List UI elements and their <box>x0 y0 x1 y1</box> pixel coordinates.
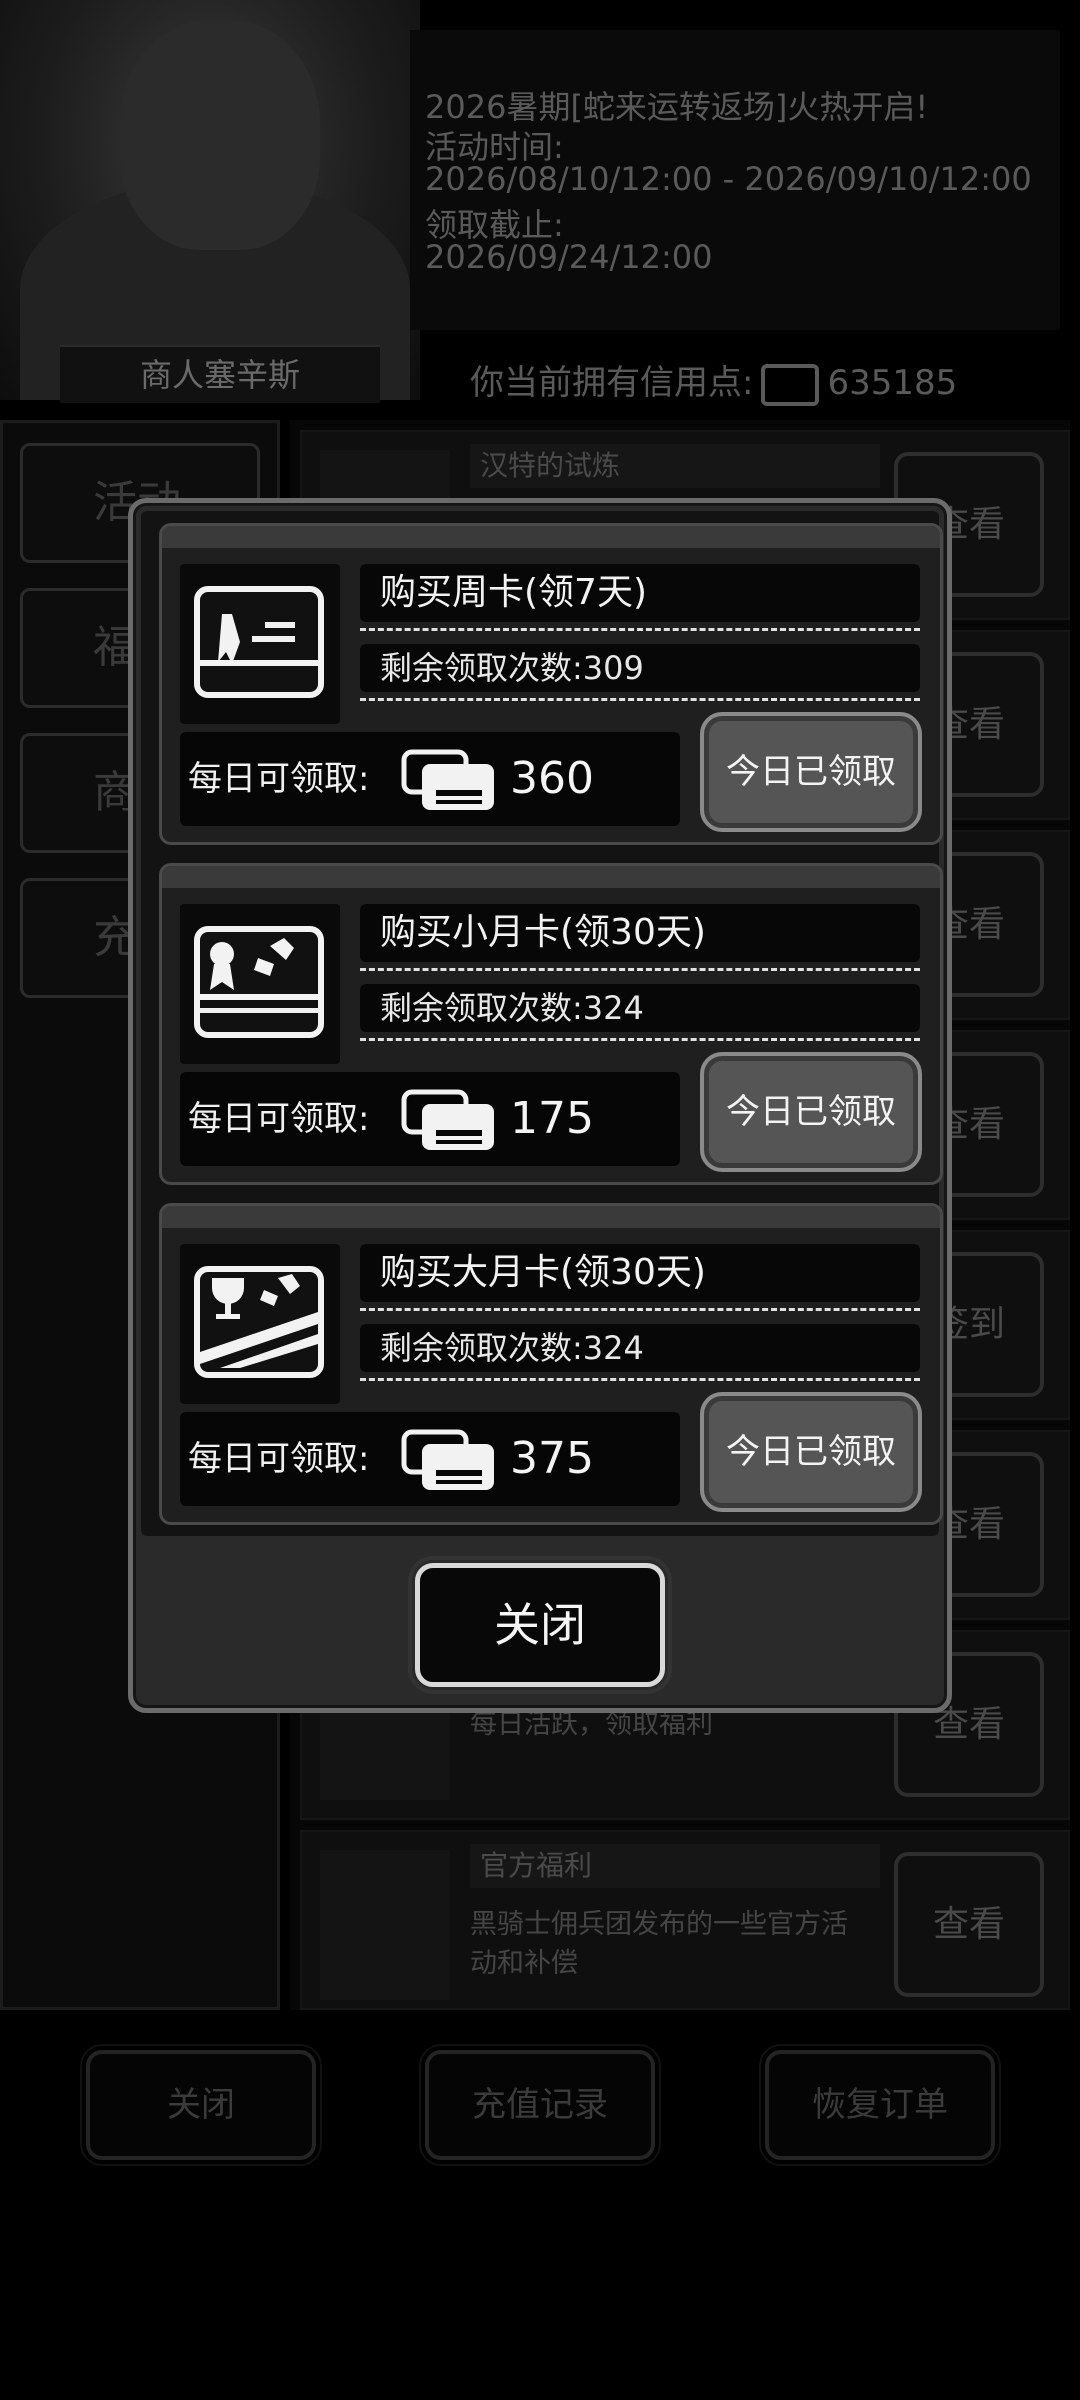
daily-reward: 每日可领取: 175 <box>180 1072 680 1166</box>
list-item: 官方福利 黑骑士佣兵团发布的一些官方活动和补偿 查看 <box>300 1830 1070 2010</box>
divider <box>360 1378 920 1381</box>
card-header-strip <box>162 526 940 548</box>
credit-card-icon <box>401 1089 494 1150</box>
list-item-title: 汉特的试炼 <box>470 444 880 488</box>
card-title: 购买大月卡(领30天) <box>360 1244 920 1302</box>
weekly-card: 购买周卡(领7天) 剩余领取次数:309 每日可领取: 360 今日已领取 <box>159 523 943 845</box>
view-button[interactable]: 查看 <box>894 1852 1044 1997</box>
credit-card-icon <box>761 363 820 406</box>
credit-card-icon <box>401 749 494 810</box>
claimed-today-button[interactable]: 今日已领取 <box>700 1392 922 1512</box>
claimed-today-button[interactable]: 今日已领取 <box>700 712 922 832</box>
list-item-desc: 黑骑士佣兵团发布的一些官方活动和补偿 <box>470 1909 848 1979</box>
credit-card-icon <box>401 1429 494 1490</box>
bottom-close-button[interactable]: 关闭 <box>80 2044 322 2166</box>
daily-reward: 每日可领取: 375 <box>180 1412 680 1506</box>
remaining-count: 剩余领取次数:309 <box>360 644 920 692</box>
card-header-strip <box>162 1206 940 1228</box>
divider <box>360 968 920 971</box>
divider <box>360 698 920 701</box>
remaining-count: 剩余领取次数:324 <box>360 1324 920 1372</box>
divider <box>360 628 920 631</box>
merchant-name: 商人塞辛斯 <box>60 345 380 403</box>
restore-order-button[interactable]: 恢复订单 <box>759 2044 1001 2166</box>
daily-reward-value: 360 <box>510 753 594 804</box>
divider <box>360 1038 920 1041</box>
close-button[interactable]: 关闭 <box>408 1556 672 1694</box>
card-icon-frame <box>180 904 340 1064</box>
small-monthly-card: 购买小月卡(领30天) 剩余领取次数:324 每日可领取: 175 今日已领取 <box>159 863 943 1185</box>
claimed-today-button[interactable]: 今日已领取 <box>700 1052 922 1172</box>
daily-reward-value: 175 <box>510 1093 594 1144</box>
daily-reward-label: 每日可领取: <box>188 1439 370 1479</box>
daily-reward-label: 每日可领取: <box>188 759 370 799</box>
card-header-strip <box>162 866 940 888</box>
trophy-card-icon <box>194 1266 324 1378</box>
card-icon-frame <box>180 1244 340 1404</box>
credits-value: 635185 <box>827 363 958 403</box>
daily-reward-value: 375 <box>510 1433 594 1484</box>
remaining-count: 剩余领取次数:324 <box>360 984 920 1032</box>
card-title: 购买周卡(领7天) <box>360 564 920 622</box>
ribbon-card-icon <box>194 586 324 698</box>
card-list: 购买周卡(领7天) 剩余领取次数:309 每日可领取: 360 今日已领取 购买… <box>141 511 943 1536</box>
merchant-head <box>120 20 320 250</box>
medal-card-icon <box>194 926 324 1038</box>
credits-label: 你当前拥有信用点: <box>470 363 754 403</box>
divider <box>360 1308 920 1311</box>
monthly-card-dialog: 购买周卡(领7天) 剩余领取次数:309 每日可领取: 360 今日已领取 购买… <box>128 498 952 1713</box>
event-time-range: 2026/08/10/12:00 - 2026/09/10/12:00 <box>425 160 1032 198</box>
card-title: 购买小月卡(领30天) <box>360 904 920 962</box>
list-item-title: 官方福利 <box>470 1844 880 1888</box>
event-deadline: 2026/09/24/12:00 <box>425 238 713 276</box>
card-icon-frame <box>180 564 340 724</box>
recharge-history-button[interactable]: 充值记录 <box>419 2044 661 2166</box>
gift-icon <box>320 1850 450 2000</box>
daily-reward-label: 每日可领取: <box>188 1099 370 1139</box>
large-monthly-card: 购买大月卡(领30天) 剩余领取次数:324 每日可领取: 375 今日已领取 <box>159 1203 943 1525</box>
daily-reward: 每日可领取: 360 <box>180 732 680 826</box>
credits-display: 你当前拥有信用点: 635185 <box>470 355 957 406</box>
